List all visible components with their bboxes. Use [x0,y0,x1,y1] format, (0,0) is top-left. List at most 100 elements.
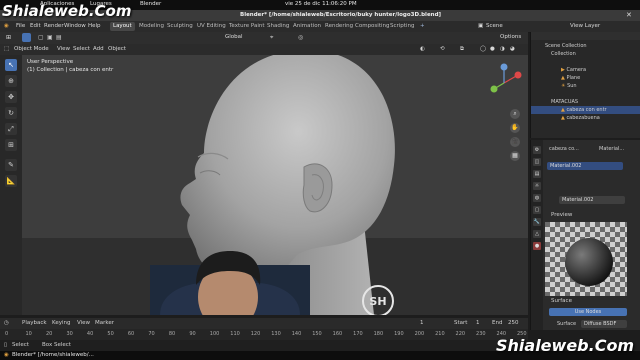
close-icon[interactable]: ✕ [626,11,632,19]
status-select: Select [12,342,29,348]
select-box-icon[interactable]: ▢ [38,34,44,41]
current-frame-field[interactable]: 1 [420,320,424,326]
shading-material-icon[interactable]: ◑ [500,46,505,52]
world-tab-icon[interactable]: ◍ [533,194,541,202]
tab-sculpting[interactable]: Sculpting [164,22,196,31]
output-tab-icon[interactable]: ▤ [533,170,541,178]
end-frame-field[interactable]: 250 [508,320,519,326]
material-breadcrumb: Material... [599,146,625,152]
select-extend-icon[interactable]: ▣ [47,34,53,41]
outliner-row-cabezabuena[interactable]: ▲ cabezabuena [531,114,640,122]
active-app-menu[interactable]: Blender [140,1,161,7]
measure-tool-icon[interactable]: 📐 [5,175,17,187]
perspective-toggle-icon[interactable]: ▦ [510,151,520,161]
tab-scripting[interactable]: Scripting [387,22,417,31]
tab-modeling[interactable]: Modeling [136,22,167,31]
start-label: Start [454,320,468,326]
menu-render[interactable]: Render [44,23,64,29]
select-tool-icon[interactable]: ↖ [5,59,17,71]
object-mode-icon: ⬚ [4,46,10,52]
surface-section-title[interactable]: Surface [551,298,572,304]
rotate-tool-icon[interactable]: ↻ [5,107,17,119]
zoom-view-icon[interactable]: ⌕ [510,109,520,119]
view-layer-selector[interactable]: View Layer [570,23,600,29]
scale-tool-icon[interactable]: ⤢ [5,123,17,135]
select-menu[interactable]: Select [73,46,90,52]
menu-edit[interactable]: Edit [30,23,41,29]
timeline-view-menu[interactable]: View [77,320,90,326]
select-mode-icon[interactable] [22,33,31,42]
material-slot[interactable]: Material.002 [547,162,623,170]
tab-texture-paint[interactable]: Texture Paint [226,22,268,31]
outliner-row-sun[interactable]: ☀ Sun [531,82,640,90]
shading-rendered-icon[interactable]: ◕ [510,46,515,52]
menu-file[interactable]: File [16,23,25,29]
shading-solid-icon[interactable]: ● [490,46,495,52]
options-dropdown[interactable]: Options [500,34,521,40]
modifier-tab-icon[interactable]: 🔧 [533,218,541,226]
object-mode-dropdown[interactable]: Object Mode [14,46,49,52]
blender-logo-icon[interactable]: ◉ [4,23,9,29]
move-tool-icon[interactable]: ✥ [5,91,17,103]
add-menu[interactable]: Add [93,46,104,52]
preview-section-title[interactable]: Preview [551,212,572,218]
scene-selector[interactable]: Scene [486,23,503,29]
object-tab-icon[interactable]: ▢ [533,206,541,214]
taskbar-task[interactable]: Blender* [/home/shialeweb/... [12,352,94,358]
snap-icon[interactable]: ⌖ [270,34,273,42]
pan-view-icon[interactable]: ✋ [510,123,520,133]
tab-shading[interactable]: Shading [264,22,292,31]
tab-animation[interactable]: Animation [290,22,324,31]
outliner-header [531,32,640,40]
material-name-field[interactable]: Material.002 [559,196,625,204]
outliner-row-collection[interactable]: Collection [531,50,640,58]
ruler-tick: 140 [291,331,302,337]
frame-ruler[interactable]: 0 10 20 30 40 50 60 70 80 90 100 110 120 130 140 150 160… [0,329,528,340]
proportional-edit-icon[interactable]: ◎ [298,34,303,41]
add-workspace-icon[interactable]: + [420,23,425,29]
tab-uv-editing[interactable]: UV Editing [194,22,229,31]
transform-orientation[interactable]: Global [225,34,243,40]
ruler-tick: 230 [476,331,486,337]
render-tab-icon[interactable]: ◫ [533,158,541,166]
overlay-icon[interactable]: ⧉ [460,46,464,53]
outliner-row-scene-collection[interactable]: Scene Collection [531,42,640,50]
transform-tool-icon[interactable]: ⊞ [5,139,17,151]
data-tab-icon[interactable]: △ [533,230,541,238]
marker-menu[interactable]: Marker [95,320,114,326]
view-menu[interactable]: View [57,46,70,52]
ruler-tick: 150 [312,331,322,337]
scene-tab-icon[interactable]: ☼ [533,182,541,190]
tab-rendering[interactable]: Rendering [322,22,356,31]
shading-wireframe-icon[interactable]: ◯ [480,46,486,52]
gizmo-icon[interactable]: ⟲ [440,46,445,52]
3d-viewport[interactable]: User Perspective (1) Collection | cabeza… [22,55,528,315]
keying-menu[interactable]: Keying [52,320,70,326]
use-nodes-button[interactable]: Use Nodes [549,308,627,316]
outliner-row-plane[interactable]: ▲ Plane [531,74,640,82]
object-menu[interactable]: Object [108,46,126,52]
status-box-select: Box Select [42,342,71,348]
outliner-row-cabeza-con-entr[interactable]: ▲ cabeza con entr [531,106,640,114]
ruler-tick: 30 [66,331,73,337]
material-preview [545,222,627,296]
cursor-tool-icon[interactable]: ⊕ [5,75,17,87]
editor-type-icon[interactable]: ⊞ [6,34,11,41]
menu-help[interactable]: Help [88,23,101,29]
surface-shader-field[interactable]: Diffuse BSDF [581,320,627,328]
outliner-row-matacuas[interactable]: MATACUAS [531,98,640,106]
camera-view-icon[interactable]: 🎥 [510,137,520,147]
outliner-row-camera[interactable]: ▶ Camera [531,66,640,74]
select-subtract-icon[interactable]: ▤ [56,34,62,41]
timeline-editor-icon[interactable]: ◷ [4,320,9,326]
playback-menu[interactable]: Playback [22,320,47,326]
tool-tab-icon[interactable]: ⚙ [533,146,541,154]
menu-window[interactable]: Window [64,23,86,29]
annotate-tool-icon[interactable]: ✎ [5,159,17,171]
material-tab-icon[interactable]: ● [533,242,541,250]
start-frame-field[interactable]: 1 [476,320,480,326]
visibility-icon[interactable]: ◐ [420,46,425,52]
outliner-panel: Scene Collection Collection ▶ Camera ▲ P… [530,32,640,138]
navigation-gizmo[interactable] [484,63,524,103]
tab-layout[interactable]: Layout [110,22,135,31]
